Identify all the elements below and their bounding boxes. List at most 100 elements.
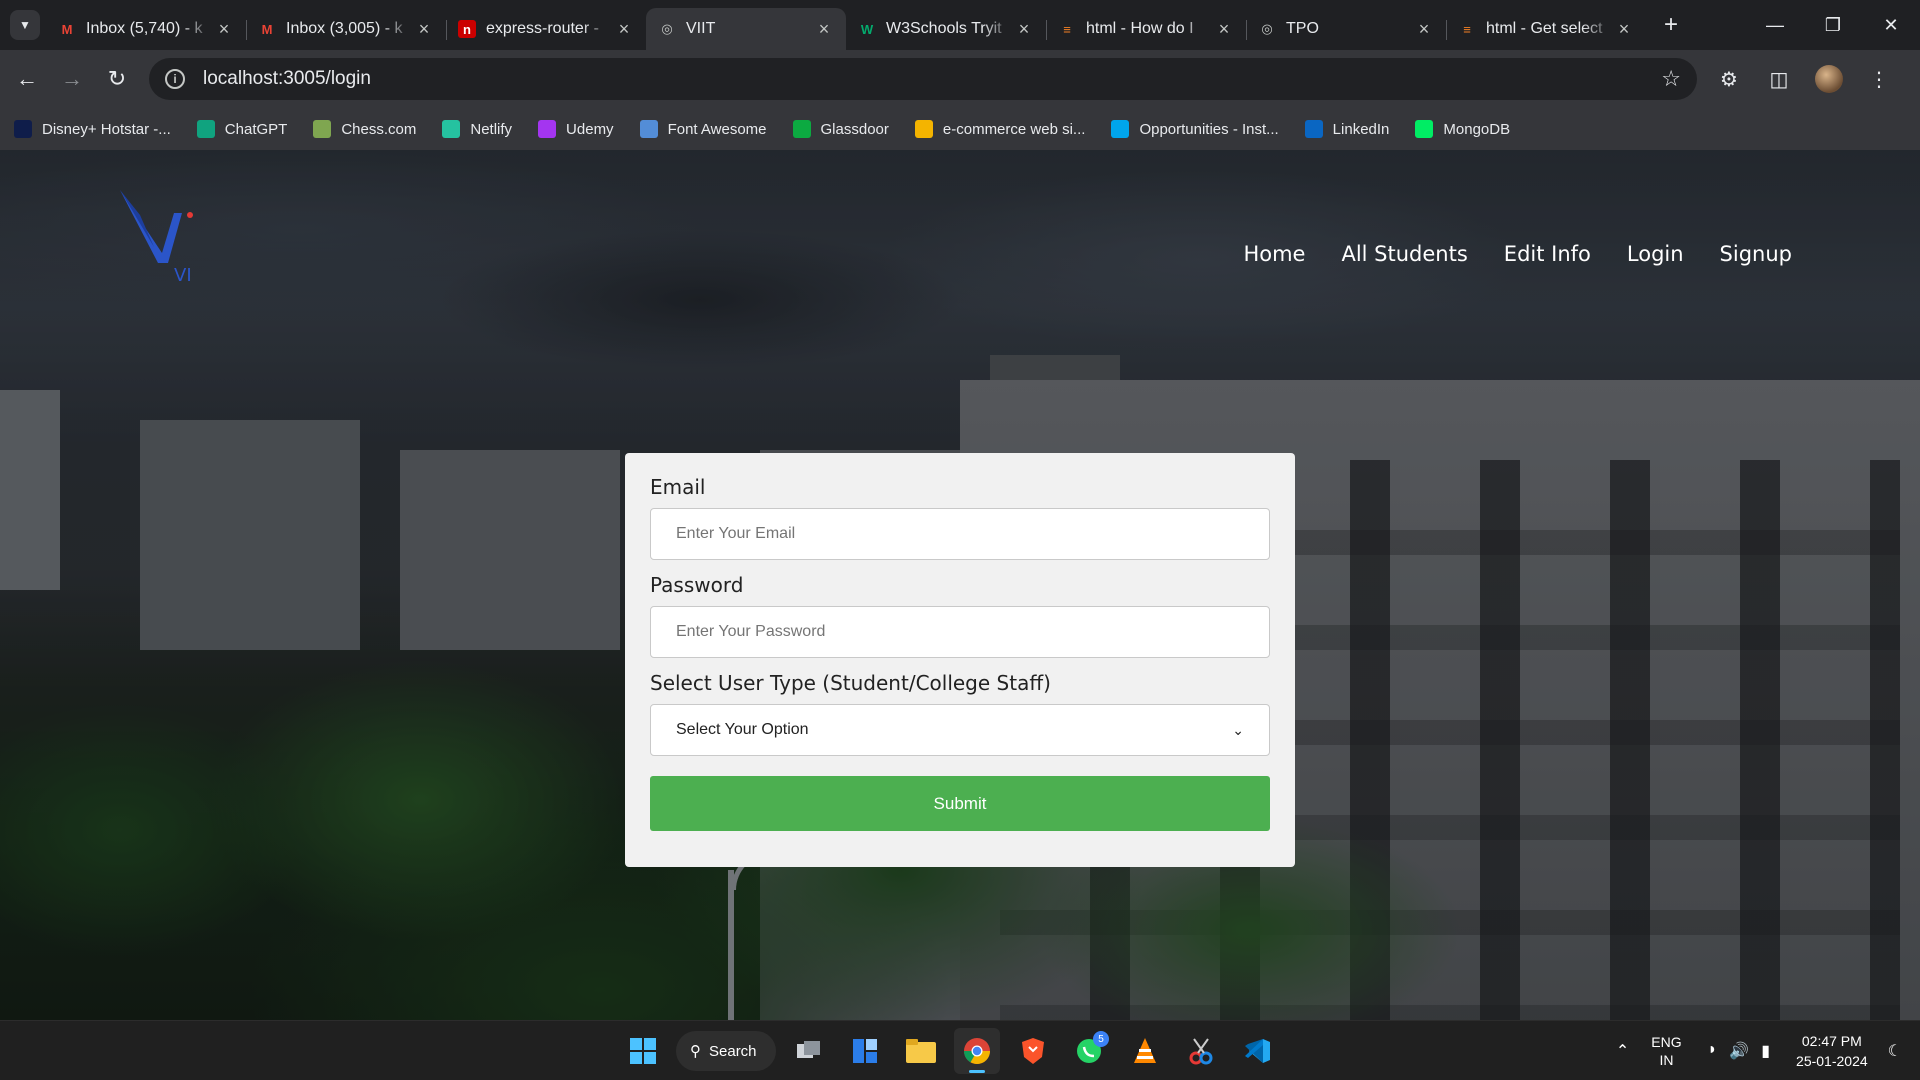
browser-tab[interactable]: n express-router - × [446,8,646,50]
chevron-up-icon[interactable]: ⌃ [1616,1041,1629,1061]
back-icon[interactable]: ← [9,61,45,97]
bookmark-label: MongoDB [1443,120,1511,138]
address-bar[interactable]: i localhost:3005/login ☆ [149,58,1697,100]
clock[interactable]: 02:47 PM 25-01-2024 [1796,1031,1868,1071]
browser-tab[interactable]: M Inbox (3,005) - k × [246,8,446,50]
whatsapp-badge: 5 [1093,1031,1109,1047]
login-form: Email Password Select User Type (Student… [625,453,1295,867]
close-window-icon[interactable]: ✕ [1862,0,1920,50]
close-tab-icon[interactable]: × [1614,19,1634,40]
mongodb-icon [1415,120,1434,138]
close-tab-icon[interactable]: × [614,19,634,40]
side-panel-icon[interactable]: ◫ [1761,61,1797,97]
whatsapp-icon[interactable]: 5 [1066,1028,1112,1074]
close-tab-icon[interactable]: × [414,19,434,40]
bookmark-item[interactable]: Disney+ Hotstar -... [14,120,171,138]
site-logo[interactable]: VI [110,185,210,285]
windows-start-icon[interactable] [620,1028,666,1074]
extensions-icon[interactable]: ⚙ [1711,61,1747,97]
bookmark-item[interactable]: Udemy [538,120,614,138]
profile-avatar[interactable] [1811,61,1847,97]
nav-link-home[interactable]: Home [1243,242,1305,266]
bookmark-item[interactable]: ChatGPT [196,120,288,138]
browser-tab[interactable]: M Inbox (5,740) - k × [46,8,246,50]
reload-icon[interactable]: ↻ [99,61,135,97]
usertype-select[interactable]: Select Your Option ⌄ [650,704,1270,756]
clock-time: 02:47 PM [1801,1033,1862,1049]
browser-toolbar: ← → ↻ i localhost:3005/login ☆ ⚙ ◫ ⋮ [0,50,1920,108]
nav-link-edit-info[interactable]: Edit Info [1504,242,1591,266]
widgets-icon[interactable] [842,1028,888,1074]
close-tab-icon[interactable]: × [1014,19,1034,40]
glassdoor-icon [792,120,811,138]
site-info-icon[interactable]: i [165,69,185,89]
email-field[interactable] [650,508,1270,560]
email-label: Email [650,475,706,499]
globe-icon: ◎ [1261,21,1273,36]
close-tab-icon[interactable]: × [1214,19,1234,40]
bookmark-item[interactable]: MongoDB [1415,120,1510,138]
bookmark-item[interactable]: Glassdoor [792,120,889,138]
bookmark-star-icon[interactable]: ☆ [1661,66,1681,92]
bookmark-item[interactable]: LinkedIn [1304,120,1390,138]
password-field[interactable] [650,606,1270,658]
forward-icon[interactable]: → [54,61,90,97]
browser-tab[interactable]: ≡ html - Get select × [1446,8,1646,50]
close-tab-icon[interactable]: × [214,19,234,40]
nav-link-login[interactable]: Login [1627,242,1684,266]
snipping-tool-icon[interactable] [1178,1028,1224,1074]
bookmark-item[interactable]: Opportunities - Inst... [1111,120,1279,138]
menu-kebab-icon[interactable]: ⋮ [1861,61,1897,97]
chevron-down-icon: ⌄ [1232,721,1244,738]
bookmark-label: Netlify [470,120,513,138]
bookmark-label: Font Awesome [667,120,767,138]
browser-tab[interactable]: ≡ html - How do I × [1046,8,1246,50]
usertype-label: Select User Type (Student/College Staff) [650,671,1051,695]
bookmark-item[interactable]: Chess.com [313,120,416,138]
usertype-selected-value: Select Your Option [676,721,809,738]
taskbar-search[interactable]: ⚲ Search [676,1031,776,1071]
close-tab-icon[interactable]: × [1414,19,1434,40]
region-code: IN [1659,1052,1674,1068]
bookmarks-bar: Disney+ Hotstar -... ChatGPT Chess.com Netl… [0,108,1920,150]
vlc-icon[interactable] [1122,1028,1168,1074]
url-text[interactable]: localhost:3005/login [203,68,1661,90]
language-code: ENG [1651,1034,1682,1050]
browser-tab[interactable]: ◎ TPO × [1246,8,1446,50]
task-view-icon[interactable] [786,1028,832,1074]
bookmark-label: LinkedIn [1332,120,1390,138]
bookmark-item[interactable]: e-commerce web si... [914,120,1085,138]
udemy-icon [538,120,557,138]
nav-link-all-students[interactable]: All Students [1341,242,1467,266]
bookmark-item[interactable]: Netlify [442,120,512,138]
linkedin-icon [1304,120,1323,138]
bookmark-label: ChatGPT [224,120,288,138]
vscode-icon[interactable] [1234,1028,1280,1074]
globe-icon: ◎ [661,21,673,36]
language-indicator[interactable]: ENG IN [1651,1033,1681,1069]
chatgpt-icon [196,120,215,138]
w3schools-icon: W [860,21,874,37]
tab-title: VIIT [686,20,716,37]
tray-icons[interactable]: ◗ 🔊 ▮ [1708,1041,1770,1061]
tab-title: Inbox (5,740) - k [86,20,203,37]
new-tab-button[interactable]: + [1656,11,1686,39]
notification-moon-icon[interactable]: ☾ [1888,1041,1902,1061]
file-explorer-icon[interactable] [898,1028,944,1074]
nav-link-signup[interactable]: Signup [1720,242,1792,266]
browser-tab[interactable]: W W3Schools Tryit × [846,8,1046,50]
tab-search-button[interactable]: ▼ [10,10,40,40]
brave-icon[interactable] [1010,1028,1056,1074]
netlify-icon [442,120,461,138]
site-nav: Home All Students Edit Info Login Signup [1243,242,1792,266]
bookmark-item[interactable]: Font Awesome [639,120,767,138]
minimize-icon[interactable]: — [1746,0,1804,50]
battery-icon: ▮ [1761,1043,1771,1060]
browser-tab[interactable]: ◎ VIIT × [646,8,846,50]
restore-icon[interactable]: ❐ [1804,0,1862,50]
chrome-icon[interactable] [954,1028,1000,1074]
close-tab-icon[interactable]: × [814,19,834,40]
internshala-icon [1111,120,1130,138]
submit-button[interactable]: Submit [650,776,1270,831]
clock-date: 25-01-2024 [1796,1053,1868,1069]
